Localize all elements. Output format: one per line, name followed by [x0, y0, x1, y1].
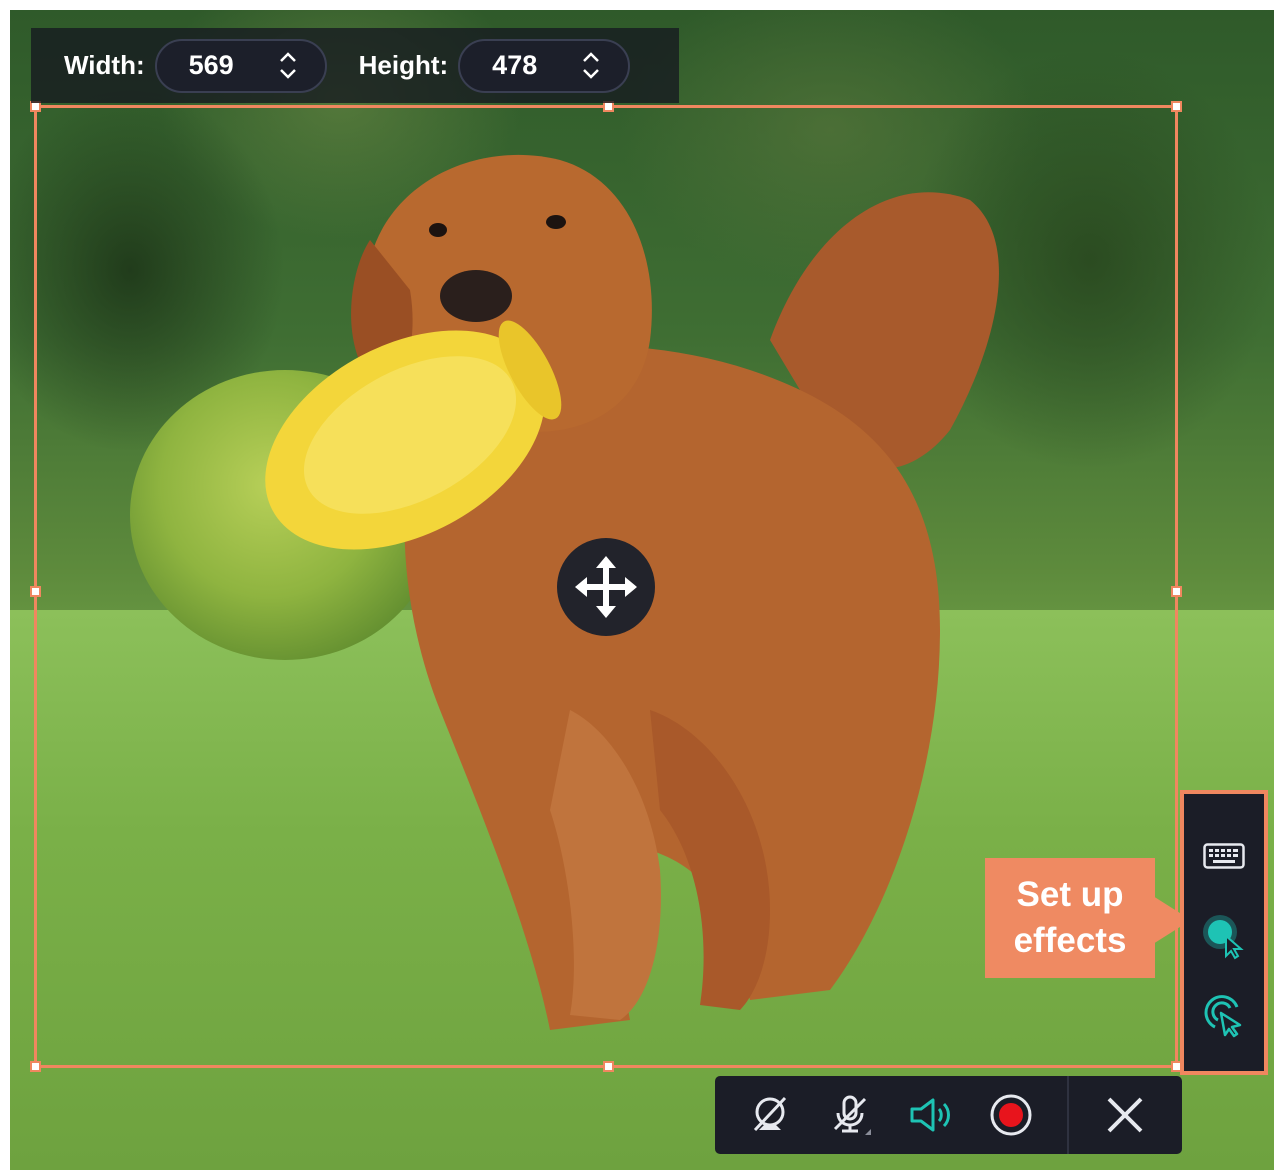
resize-handle-bottom[interactable] [603, 1061, 614, 1072]
chevron-up-icon[interactable] [582, 52, 600, 63]
width-field[interactable]: 569 [154, 38, 327, 93]
chevron-down-icon[interactable] [582, 68, 600, 79]
height-field[interactable]: 478 [458, 38, 631, 93]
effects-panel [1180, 790, 1268, 1075]
microphone-off-icon [833, 1095, 871, 1135]
width-stepper[interactable] [273, 52, 303, 79]
recording-toolbar [715, 1076, 1182, 1154]
width-value[interactable]: 569 [157, 50, 273, 81]
system-audio-toggle-button[interactable] [901, 1086, 961, 1144]
width-label: Width: [64, 50, 145, 80]
keyboard-icon [1203, 843, 1245, 869]
cursor-highlight-button[interactable] [1184, 906, 1264, 966]
record-button[interactable] [981, 1086, 1041, 1144]
height-stepper[interactable] [576, 52, 606, 79]
resize-handle-left[interactable] [30, 586, 41, 597]
webcam-off-icon [753, 1096, 787, 1132]
click-effect-icon [1204, 995, 1242, 1038]
toolbar-divider [1067, 1076, 1069, 1154]
move-arrows-icon [575, 556, 637, 618]
keystrokes-button[interactable] [1184, 826, 1264, 886]
resize-handle-right[interactable] [1171, 586, 1182, 597]
system-audio-icon [910, 1098, 950, 1132]
height-value[interactable]: 478 [460, 50, 576, 81]
click-effect-button[interactable] [1184, 986, 1264, 1046]
move-capture-area-button[interactable] [557, 538, 655, 636]
close-icon [1107, 1097, 1143, 1133]
callout-text: Set up effects [985, 872, 1155, 964]
capture-size-toolbar: Width: 569 Height: 478 [31, 28, 679, 103]
callout-line-2: effects [1013, 921, 1127, 960]
height-label: Height: [358, 50, 449, 80]
set-up-effects-callout: Set up effects [985, 858, 1191, 978]
webcam-toggle-button[interactable] [740, 1086, 800, 1144]
chevron-up-icon[interactable] [279, 52, 297, 63]
close-button[interactable] [1095, 1086, 1155, 1144]
chevron-down-icon[interactable] [279, 68, 297, 79]
microphone-toggle-button[interactable] [821, 1086, 881, 1144]
resize-handle-bottom-left[interactable] [30, 1061, 41, 1072]
resize-handle-top-right[interactable] [1171, 101, 1182, 112]
cursor-highlight-icon [1203, 915, 1244, 960]
callout-line-1: Set up [1016, 875, 1124, 914]
record-icon [990, 1094, 1032, 1136]
